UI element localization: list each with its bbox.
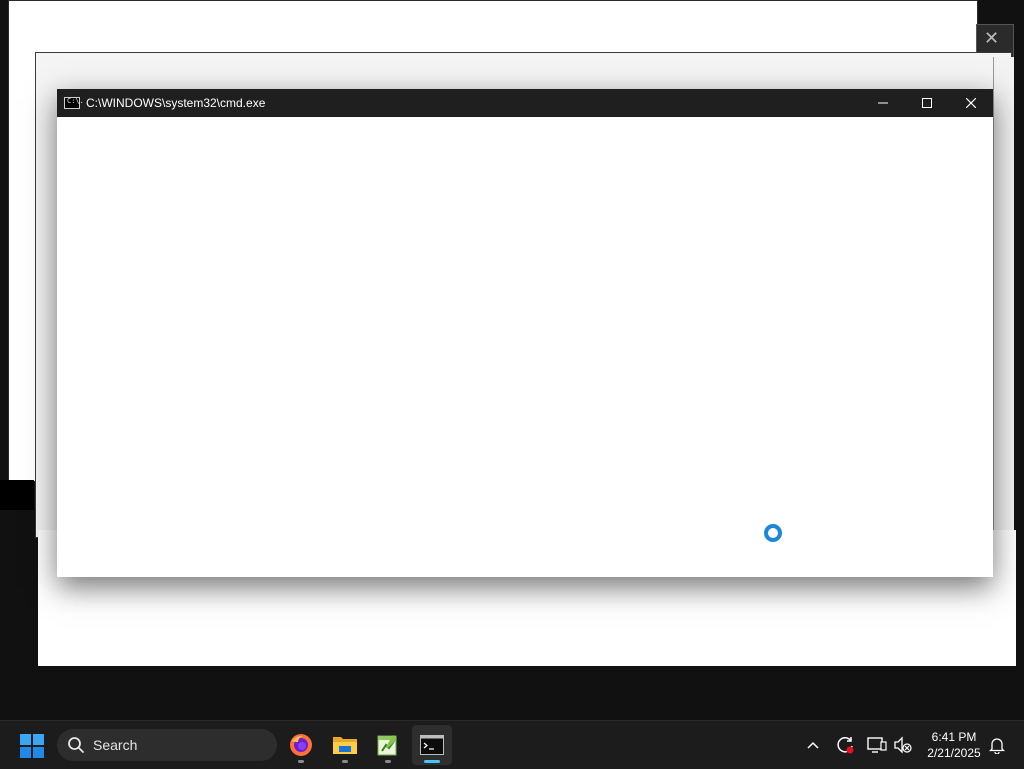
running-indicator [298, 760, 304, 763]
search-icon [68, 737, 84, 753]
tray-display[interactable] [865, 721, 889, 769]
close-button[interactable] [949, 89, 993, 117]
clock-time: 6:41 PM [931, 730, 977, 744]
cmd-icon-text: C:\. [67, 97, 84, 105]
cmd-icon: C:\. [64, 97, 84, 109]
background-close-icon: ✕ [984, 28, 1000, 48]
minimize-button[interactable] [861, 89, 905, 117]
tray-update[interactable] [833, 721, 857, 769]
windows-logo-icon [20, 734, 44, 758]
background-window-edge [993, 57, 1014, 537]
taskbar-app-command-prompt[interactable] [412, 725, 452, 765]
volume-muted-icon [894, 736, 912, 754]
running-indicator [424, 760, 440, 763]
start-button[interactable] [20, 734, 44, 758]
notifications-button[interactable] [986, 721, 1008, 769]
cmd-window[interactable]: C:\. C:\WINDOWS\system32\cmd.exe [57, 89, 993, 577]
minimize-icon [878, 102, 888, 104]
taskbar-app-file-explorer[interactable] [325, 725, 365, 765]
taskbar-app-notepad-plus-plus[interactable] [368, 725, 408, 765]
notepadpp-icon [377, 735, 397, 756]
maximize-button[interactable] [905, 89, 949, 117]
tray-volume[interactable] [892, 721, 914, 769]
tray-overflow-button[interactable] [802, 721, 824, 769]
search-box[interactable]: Search [57, 729, 277, 761]
loading-spinner-icon [764, 524, 782, 542]
clock-date: 2/21/2025 [927, 746, 981, 760]
running-indicator [342, 760, 348, 763]
firefox-icon [290, 734, 312, 756]
window-titlebar[interactable]: C:\. C:\WINDOWS\system32\cmd.exe [57, 89, 993, 117]
background-block [0, 480, 34, 510]
update-icon [837, 737, 854, 754]
bell-icon [989, 738, 1005, 754]
folder-icon [333, 737, 357, 754]
running-indicator [385, 760, 391, 763]
close-icon [966, 98, 976, 108]
taskbar-app-firefox[interactable] [281, 725, 321, 765]
terminal-icon [420, 735, 444, 755]
chevron-up-icon [807, 741, 819, 749]
maximize-icon [922, 98, 932, 108]
search-label: Search [93, 737, 138, 753]
window-title: C:\WINDOWS\system32\cmd.exe [86, 96, 266, 110]
console-area[interactable] [57, 117, 993, 577]
clock[interactable]: 6:41 PM 2/21/2025 [918, 729, 990, 761]
desktop: ✕ C:\. C:\WINDOWS\system32\cmd.exe [0, 0, 1024, 720]
taskbar: Search 6:41 PM 2/21/2025 [0, 720, 1024, 769]
display-icon [867, 737, 887, 753]
